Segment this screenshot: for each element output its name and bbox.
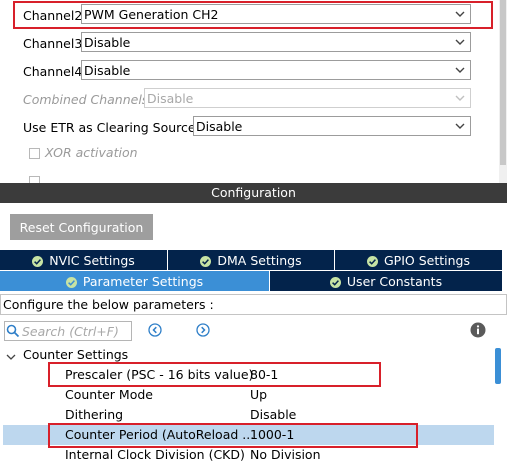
parameter-tree: Counter Settings Prescaler (PSC - 16 bit… (0, 345, 494, 475)
checkmark-circle-icon (329, 276, 341, 288)
search-placeholder: Search (Ctrl+F) (22, 324, 119, 339)
checkmark-circle-icon (200, 255, 212, 267)
tab-row-1: NVIC Settings DMA Settings GPIO Settings (0, 250, 507, 270)
parameter-scrollbar-thumb[interactable] (495, 348, 501, 384)
channel3-select[interactable]: Disable (81, 32, 471, 52)
xor-checkbox (29, 148, 40, 159)
chevron-down-icon (455, 37, 465, 47)
tree-row-value[interactable]: 80-1 (250, 365, 278, 385)
etr-select[interactable]: Disable (193, 116, 471, 136)
tab-row-2: Parameter Settings User Constants (0, 271, 507, 291)
tab-dma-settings-label: DMA Settings (217, 252, 302, 268)
checkmark-circle-icon (32, 255, 44, 267)
arrow-left-circle-icon[interactable] (148, 323, 162, 337)
tab-nvic-settings-label: NVIC Settings (49, 252, 135, 268)
tree-row-value[interactable]: 1000-1 (250, 425, 294, 445)
channel2-label: Channel2 (23, 7, 83, 23)
tab-parameter-settings-label: Parameter Settings (82, 273, 204, 289)
tree-row-dithering[interactable]: Dithering Disable (0, 405, 494, 425)
tree-row-prescaler[interactable]: Prescaler (PSC - 16 bits value) 80-1 (0, 365, 494, 385)
tab-parameter-settings[interactable]: Parameter Settings (0, 271, 270, 291)
channel2-value: PWM Generation CH2 (84, 6, 219, 22)
channel4-label: Channel4 (23, 63, 83, 79)
next-checkbox (29, 176, 40, 183)
caret-down-icon[interactable] (5, 349, 17, 361)
checkmark-circle-icon (367, 255, 378, 267)
chevron-down-icon (455, 93, 465, 103)
tree-row-key: Counter Mode (65, 387, 153, 402)
channel3-label: Channel3 (23, 35, 83, 51)
etr-value: Disable (196, 118, 243, 134)
checkmark-circle-icon (65, 276, 77, 288)
info-icon[interactable] (470, 322, 486, 338)
tree-row-value[interactable]: No Division (250, 445, 321, 465)
chevron-down-icon (455, 9, 465, 19)
tab-user-constants[interactable]: User Constants (270, 271, 502, 291)
mode-scrollbar[interactable] (499, 0, 507, 183)
tab-dma-settings[interactable]: DMA Settings (168, 250, 335, 270)
tab-gpio-settings-label: GPIO Settings (384, 252, 470, 268)
tree-row-key: Prescaler (PSC - 16 bits value) (65, 367, 254, 382)
tree-row-clock-division[interactable]: Internal Clock Division (CKD) No Divisio… (0, 445, 494, 465)
combined-channels-value: Disable (147, 90, 194, 106)
chevron-down-icon (455, 121, 465, 131)
tab-gpio-settings[interactable]: GPIO Settings (335, 250, 502, 270)
reset-configuration-button[interactable]: Reset Configuration (10, 214, 153, 240)
search-icon (6, 324, 20, 338)
channel3-value: Disable (84, 34, 131, 50)
channel2-select[interactable]: PWM Generation CH2 (81, 4, 471, 24)
tree-row-counter-mode[interactable]: Counter Mode Up (0, 385, 494, 405)
mode-panel: Channel2 PWM Generation CH2 Channel3 Dis… (0, 0, 507, 183)
mode-scrollbar-thumb[interactable] (500, 0, 506, 165)
parameter-scrollbar[interactable] (494, 345, 502, 475)
tab-nvic-settings[interactable]: NVIC Settings (0, 250, 168, 270)
tab-user-constants-label: User Constants (346, 273, 443, 289)
chevron-down-icon (455, 65, 465, 75)
tree-row-key: Internal Clock Division (CKD) (65, 447, 245, 462)
xor-label: XOR activation (45, 145, 138, 160)
tree-row-counter-period[interactable]: Counter Period (AutoReload ... 1000-1 (3, 425, 494, 445)
counter-settings-label: Counter Settings (23, 347, 129, 362)
parameters-header: Configure the below parameters : (0, 294, 507, 315)
tree-row-key: Dithering (65, 407, 124, 422)
tree-row-key: Counter Period (AutoReload ... (65, 427, 255, 442)
channel4-value: Disable (84, 62, 131, 78)
combined-channels-label: Combined Channels (23, 91, 149, 107)
arrow-right-circle-icon[interactable] (196, 323, 210, 337)
tree-row-value[interactable]: Up (250, 385, 267, 405)
channel4-select[interactable]: Disable (81, 60, 471, 80)
etr-label: Use ETR as Clearing Source (23, 119, 196, 135)
search-input[interactable]: Search (Ctrl+F) (4, 321, 132, 341)
configuration-title-bar: Configuration (0, 183, 507, 203)
tree-row-value[interactable]: Disable (250, 405, 296, 425)
combined-channels-select: Disable (144, 88, 471, 108)
